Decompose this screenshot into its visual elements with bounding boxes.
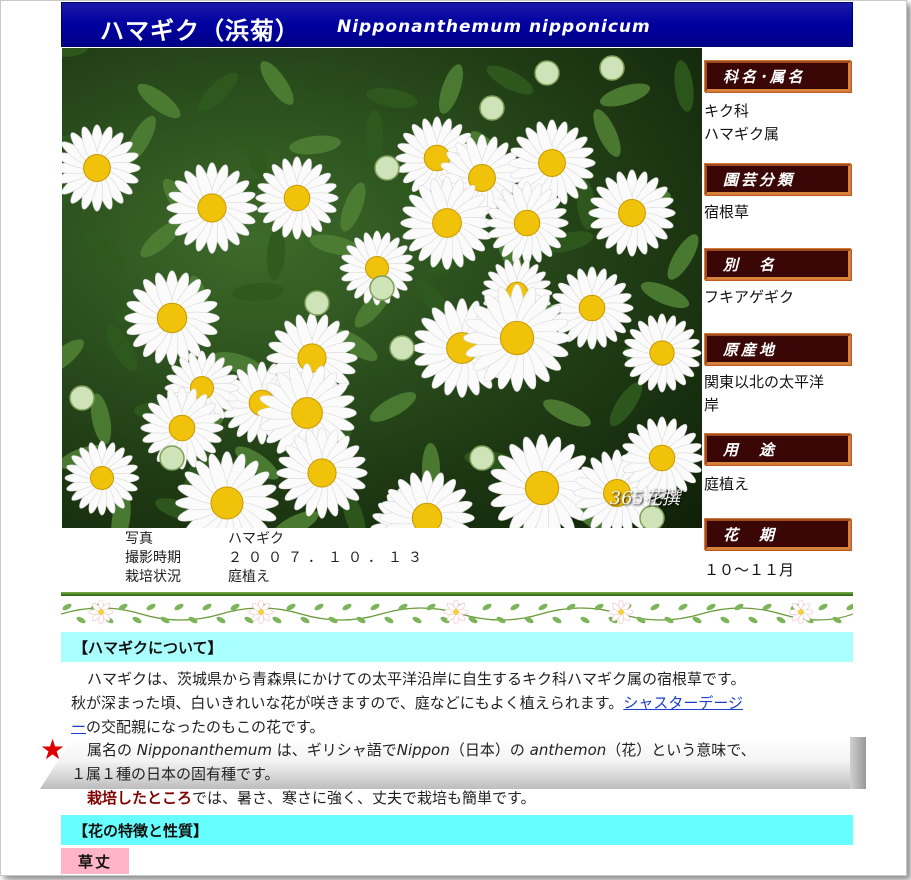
text-span: 秋が深まった頃、白いきれいな花が咲きますので、庭などにもよく植えられます。 (71, 694, 624, 712)
side-heading-category: 園芸分類 (704, 163, 851, 195)
side-heading-alias: 別 名 (704, 248, 851, 280)
caption-label: 写真 (125, 531, 153, 547)
side-heading-bloom: 花 期 (704, 518, 851, 550)
caption-row: 撮影時期 ２００７．１０．１３ (125, 549, 428, 568)
side-heading-origin: 原産地 (704, 333, 851, 365)
section-heading-about: 【ハマギクについて】 (61, 632, 853, 662)
greek-word: anthemon (529, 741, 607, 759)
side-heading-family: 科名･属名 (704, 60, 851, 92)
flower-photo: 365花撰 (62, 48, 702, 528)
cultivation-label: 栽培したところ (87, 789, 193, 807)
photo-watermark: 365花撰 (609, 488, 680, 509)
text-span: の交配親になったのもこの花です。 (86, 718, 325, 736)
side-value-family: キク科 ハマギク属 (704, 100, 853, 146)
side-value-line: 関東以北の太平洋 (704, 373, 825, 391)
text-span: 属名の (87, 741, 137, 759)
side-value-bloom: １０～１１月 (704, 559, 853, 582)
text-line: 秋が深まった頃、白いきれいな花が咲きますので、庭などにもよく植えられます。シャス… (71, 691, 851, 715)
shasta-daisy-link-cont[interactable]: ー (71, 718, 86, 736)
caption-row: 写真 ハマギク (125, 530, 428, 549)
caption-row: 栽培状況 庭植え (125, 568, 428, 587)
text-span: では、暑さ、寒さに強く、丈夫で栽培も簡単です。 (192, 789, 536, 807)
side-value-category: 宿根草 (704, 201, 853, 224)
about-paragraph-1: ハマギクは、茨城県から青森県にかけての太平洋沿岸に自生するキク科ハマギク属の宿根… (71, 667, 851, 739)
scientific-name: Nipponanthemum nipponicum (337, 17, 651, 37)
shasta-daisy-link[interactable]: シャスターデージ (623, 694, 743, 712)
side-value-origin: 関東以北の太平洋 岸 (704, 371, 853, 417)
green-divider (61, 592, 853, 596)
caption-value: 庭植え (228, 569, 270, 585)
caption-label: 撮影時期 (125, 550, 181, 566)
text-line: ーの交配親になったのもこの花です。 (71, 715, 851, 739)
page-title: ハマギク（浜菊） (100, 17, 300, 45)
side-value-line: フキアゲギク (704, 288, 795, 306)
side-value-alias: フキアゲギク (704, 286, 853, 309)
subheading-height: 草丈 (61, 848, 129, 874)
genus-name: Nipponanthemum (136, 741, 272, 759)
side-value-line: 宿根草 (704, 203, 750, 221)
title-bar: ハマギク（浜菊） Nipponanthemum nipponicum (61, 2, 853, 47)
about-paragraph-2: 属名の Nipponanthemum は、ギリシャ語でNippon（日本）の a… (71, 738, 851, 810)
side-value-line: １０～１１月 (704, 561, 795, 579)
greek-word: Nippon (396, 741, 450, 759)
text-span: は、ギリシャ語で (271, 741, 397, 759)
text-span: （花）という意味で、 (606, 741, 756, 759)
side-value-line: ハマギク属 (704, 125, 780, 143)
side-heading-usage: 用 途 (704, 433, 851, 465)
flower-vine-divider (61, 599, 853, 625)
side-value-line: 岸 (704, 396, 720, 414)
caption-value: ２００７．１０．１３ (228, 550, 428, 566)
section-heading-features: 【花の特徴と性質】 (61, 815, 853, 845)
text-line: ハマギクは、茨城県から青森県にかけての太平洋沿岸に自生するキク科ハマギク属の宿根… (87, 670, 746, 688)
side-value-line: 庭植え (704, 475, 750, 493)
side-value-usage: 庭植え (704, 473, 853, 496)
text-line: 栽培したところでは、暑さ、寒さに強く、丈夫で栽培も簡単です。 (71, 786, 851, 810)
side-value-line: キク科 (704, 102, 750, 120)
text-line: 属名の Nipponanthemum は、ギリシャ語でNippon（日本）の a… (71, 738, 851, 762)
caption-label: 栽培状況 (125, 569, 181, 585)
flower-photo-image (62, 48, 702, 528)
star-icon: ★ (40, 733, 66, 766)
caption-value: ハマギク (228, 531, 284, 547)
photo-caption: 写真 ハマギク 撮影時期 ２００７．１０．１３ 栽培状況 庭植え (125, 530, 428, 587)
text-span: （日本）の (449, 741, 530, 759)
text-line: １属１種の日本の固有種です。 (71, 765, 280, 783)
